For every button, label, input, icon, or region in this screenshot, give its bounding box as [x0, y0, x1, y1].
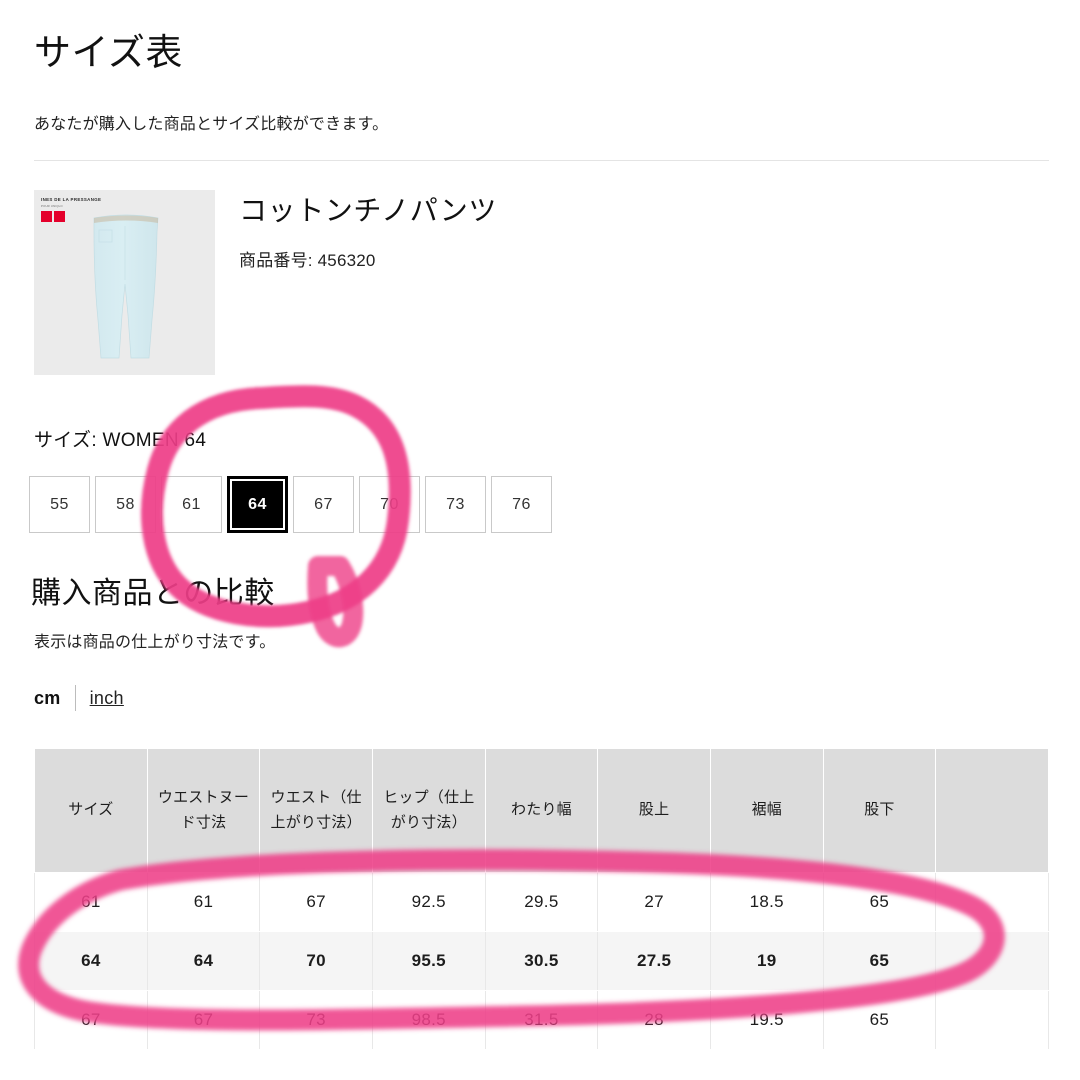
col-header-inseam: 股下 [822, 748, 937, 873]
comparison-note: 表示は商品の仕上がり寸法です。 [34, 634, 276, 651]
size-chart-page: サイズ表 あなたが購入した商品とサイズ比較ができます。 INES DE LA P… [0, 0, 1080, 1080]
col-header-empty [935, 748, 1049, 873]
cell-size: 64 [34, 931, 148, 991]
cell-hip-finished: 95.5 [371, 931, 486, 991]
cell-rise: 27 [597, 872, 711, 932]
table-body: 61 61 67 92.5 29.5 27 18.5 65 64 64 70 9… [34, 872, 1049, 1050]
col-header-rise: 股上 [597, 748, 711, 873]
size-chip-76[interactable]: 76 [491, 476, 552, 533]
product-name: コットンチノパンツ [239, 195, 497, 226]
brand-name: INES DE LA PRESSANGE [41, 197, 102, 202]
cell-waist-finished: 73 [259, 990, 373, 1050]
page-title: サイズ表 [34, 32, 183, 73]
cell-inseam: 65 [822, 931, 937, 991]
cell-hem-width: 18.5 [709, 872, 824, 932]
col-header-size: サイズ [34, 748, 148, 873]
product-code: 商品番号: 456320 [239, 250, 376, 270]
size-measurement-table: サイズ ウエストヌード寸法 ウエスト（仕上がり寸法） ヒップ（仕上がり寸法） わ… [34, 748, 1049, 1050]
size-chip-73[interactable]: 73 [425, 476, 486, 533]
size-chip-61[interactable]: 61 [161, 476, 222, 533]
cell-empty [935, 931, 1049, 991]
cell-hem-width: 19 [709, 931, 824, 991]
cell-thigh-width: 29.5 [484, 872, 599, 932]
product-info: コットンチノパンツ 商品番号: 456320 [239, 194, 1019, 271]
product-block: INES DE LA PRESSANGE POUR UNIQLO コットンチノパ… [34, 190, 1049, 376]
size-chip-58[interactable]: 58 [95, 476, 156, 533]
cell-hip-finished: 92.5 [371, 872, 486, 932]
col-header-hip-finished: ヒップ（仕上がり寸法） [371, 748, 486, 873]
table-row[interactable]: 61 61 67 92.5 29.5 27 18.5 65 [34, 872, 1049, 932]
cell-inseam: 65 [822, 990, 937, 1050]
cell-empty [935, 872, 1049, 932]
brand-sub-name: POUR UNIQLO [41, 203, 63, 208]
unit-toggle: cm inch [34, 684, 124, 712]
size-chip-row: 55 58 61 64 67 70 73 76 [29, 476, 552, 533]
table-row-selected[interactable]: 64 64 70 95.5 30.5 27.5 19 65 [34, 931, 1049, 991]
size-chip-67[interactable]: 67 [293, 476, 354, 533]
cell-waist-nude: 67 [146, 990, 261, 1050]
product-thumbnail[interactable]: INES DE LA PRESSANGE POUR UNIQLO [34, 190, 215, 375]
unit-cm-active[interactable]: cm [34, 688, 75, 709]
cell-waist-finished: 70 [259, 931, 373, 991]
col-header-thigh-width: わたり幅 [484, 748, 599, 873]
cell-thigh-width: 31.5 [484, 990, 599, 1050]
pants-image [93, 214, 159, 359]
header-divider [34, 160, 1049, 161]
table-header-row: サイズ ウエストヌード寸法 ウエスト（仕上がり寸法） ヒップ（仕上がり寸法） わ… [34, 748, 1049, 873]
cell-rise: 27.5 [597, 931, 711, 991]
cell-waist-finished: 67 [259, 872, 373, 932]
cell-inseam: 65 [822, 872, 937, 932]
size-selector-label: サイズ: WOMEN 64 [34, 430, 207, 451]
logo-square-right [54, 210, 65, 222]
cell-rise: 28 [597, 990, 711, 1050]
unit-inch-link[interactable]: inch [76, 688, 124, 709]
cell-size: 67 [34, 990, 148, 1050]
cell-waist-nude: 64 [146, 931, 261, 991]
comparison-heading: 購入商品との比較 [31, 577, 275, 610]
size-chip-70[interactable]: 70 [359, 476, 420, 533]
col-header-waist-nude: ウエストヌード寸法 [146, 748, 261, 873]
size-chip-55[interactable]: 55 [29, 476, 90, 533]
table-header: サイズ ウエストヌード寸法 ウエスト（仕上がり寸法） ヒップ（仕上がり寸法） わ… [34, 748, 1049, 873]
cell-size: 61 [34, 872, 148, 932]
size-chip-64-selected[interactable]: 64 [227, 476, 288, 533]
col-header-hem-width: 裾幅 [709, 748, 824, 873]
cell-hem-width: 19.5 [709, 990, 824, 1050]
cell-waist-nude: 61 [146, 872, 261, 932]
page-subtitle: あなたが購入した商品とサイズ比較ができます。 [34, 116, 389, 133]
col-header-waist-finished: ウエスト（仕上がり寸法） [259, 748, 373, 873]
logo-square-left [41, 210, 52, 222]
table-row[interactable]: 67 67 73 98.5 31.5 28 19.5 65 [34, 990, 1049, 1050]
cell-empty [935, 990, 1049, 1050]
cell-thigh-width: 30.5 [484, 931, 599, 991]
cell-hip-finished: 98.5 [371, 990, 486, 1050]
